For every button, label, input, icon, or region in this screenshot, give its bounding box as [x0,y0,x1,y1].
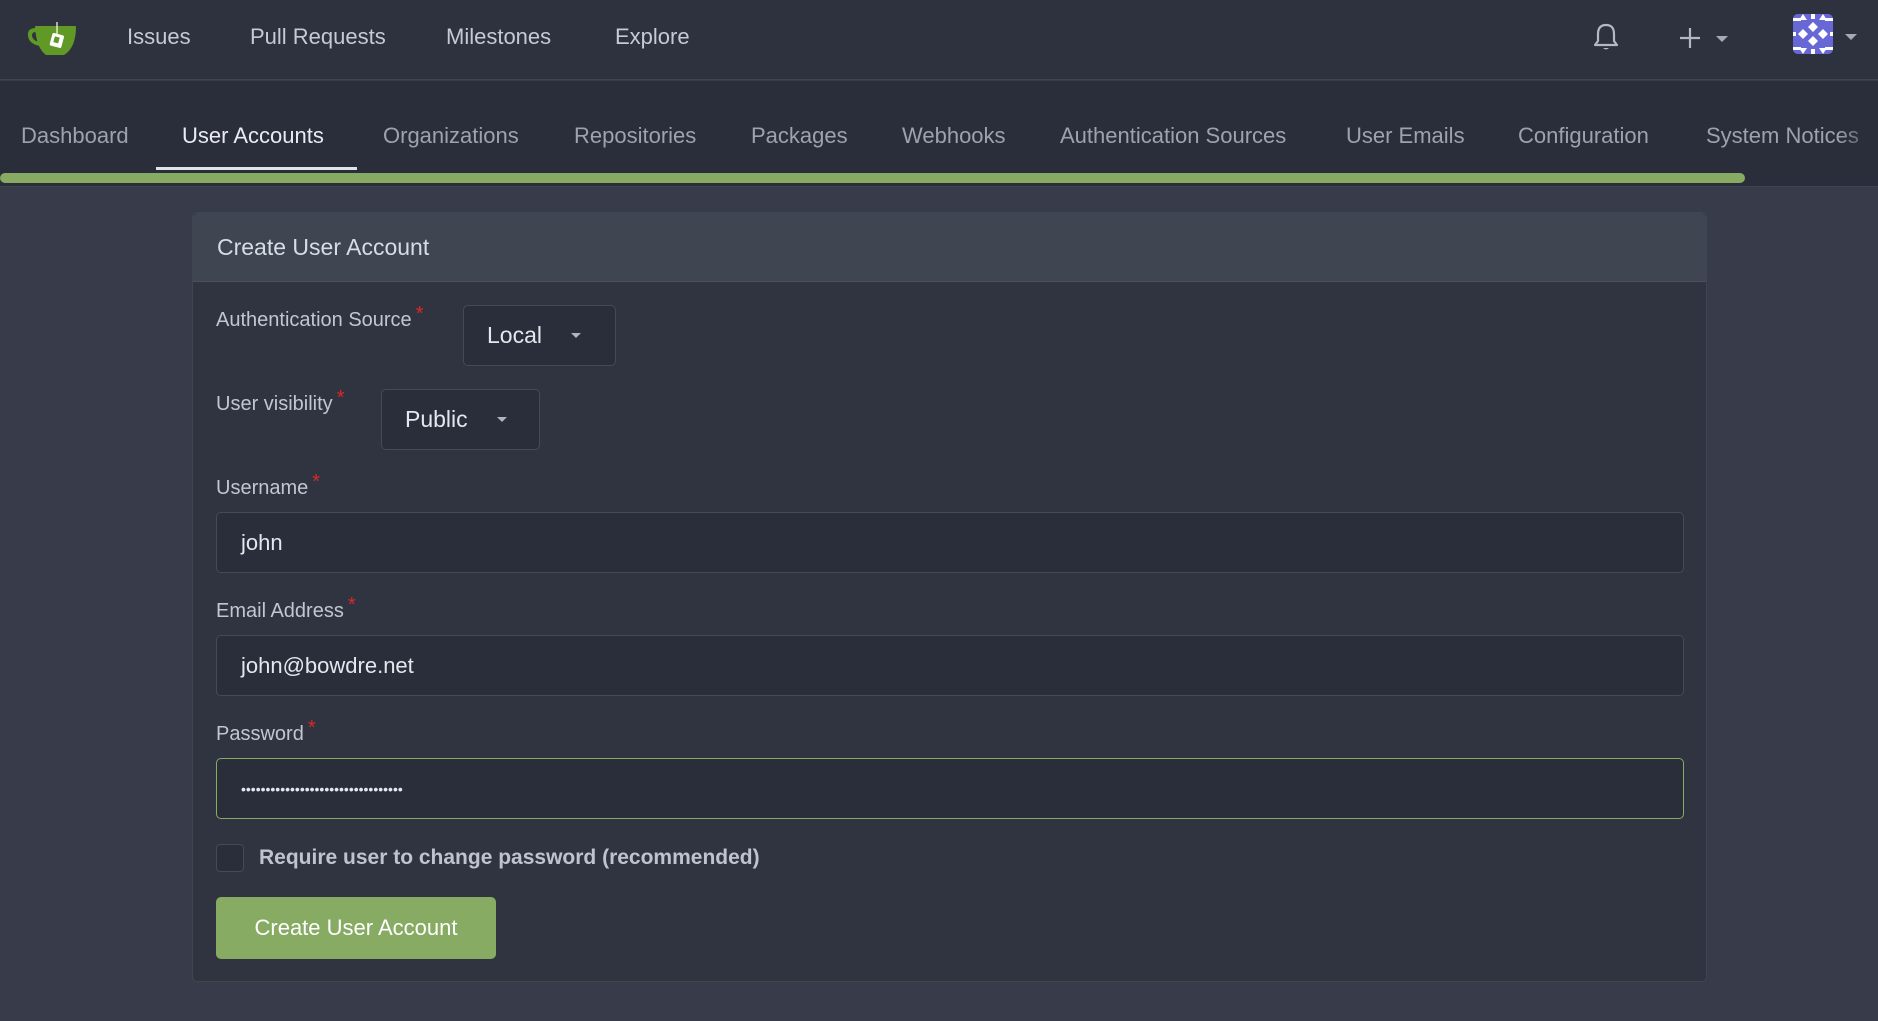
avatar-menu-chevron-icon[interactable] [1845,34,1857,40]
required-marker: * [347,594,356,616]
auth-source-label: Authentication Source * [216,293,423,347]
top-navbar: Issues Pull Requests Milestones Explore [0,0,1878,80]
tab-configuration[interactable]: Configuration [1518,119,1649,153]
email-label: Email Address * [216,594,356,625]
tab-system-notices[interactable]: System Notices [1706,119,1859,153]
tab-packages[interactable]: Packages [751,119,848,153]
email-value: john@bowdre.net [241,653,414,678]
required-marker: * [312,471,321,493]
chevron-down-icon [497,417,507,422]
tab-webhooks[interactable]: Webhooks [902,119,1006,153]
tab-user-emails[interactable]: User Emails [1346,119,1465,153]
gitea-logo-icon[interactable] [26,22,78,56]
tab-repositories[interactable]: Repositories [574,119,696,153]
create-user-account-button[interactable]: Create User Account [216,897,496,959]
tab-dashboard[interactable]: Dashboard [21,119,129,153]
panel-title: Create User Account [193,213,1706,282]
username-input[interactable]: john [216,512,1684,573]
auth-source-label-text: Authentication Source [216,309,412,331]
required-marker: * [336,387,345,409]
email-input[interactable]: john@bowdre.net [216,635,1684,696]
visibility-label: User visibility * [216,377,344,431]
email-label-text: Email Address [216,600,344,622]
must-change-password-checkbox[interactable] [216,844,244,872]
password-label-text: Password [216,723,304,745]
required-marker: * [307,717,316,739]
tab-authentication-sources[interactable]: Authentication Sources [1060,119,1286,153]
password-masked-value: ••••••••••••••••••••••••••••••••• [241,781,403,797]
auth-source-value: Local [487,322,542,348]
visibility-value: Public [405,406,468,432]
chevron-down-icon [571,333,581,338]
plus-icon [1676,24,1704,57]
nav-issues[interactable]: Issues [127,22,191,52]
username-value: john [241,530,283,555]
chevron-down-icon [1716,36,1728,42]
tab-menu-scrollbar[interactable] [0,173,1745,183]
avatar[interactable] [1793,14,1833,54]
admin-tab-menu: Dashboard User Accounts Organizations Re… [0,81,1878,187]
visibility-label-text: User visibility [216,393,333,415]
create-user-panel: Create User Account Authentication Sourc… [192,212,1707,982]
password-input[interactable]: ••••••••••••••••••••••••••••••••• [216,758,1684,819]
nav-pull-requests[interactable]: Pull Requests [250,22,386,52]
nav-milestones[interactable]: Milestones [446,22,551,52]
password-label: Password * [216,717,316,748]
visibility-dropdown[interactable]: Public [381,389,540,450]
bell-icon[interactable] [1592,22,1620,52]
required-marker: * [415,303,424,325]
active-tab-indicator [156,167,357,170]
must-change-password-label[interactable]: Require user to change password (recomme… [259,843,760,873]
username-label: Username * [216,471,321,502]
tab-organizations[interactable]: Organizations [383,119,519,153]
auth-source-dropdown[interactable]: Local [463,305,616,366]
username-label-text: Username [216,477,309,499]
tab-user-accounts[interactable]: User Accounts [182,119,324,153]
create-menu[interactable] [1676,24,1734,52]
tab-overflow-fade [1838,81,1878,186]
nav-explore[interactable]: Explore [615,22,690,52]
